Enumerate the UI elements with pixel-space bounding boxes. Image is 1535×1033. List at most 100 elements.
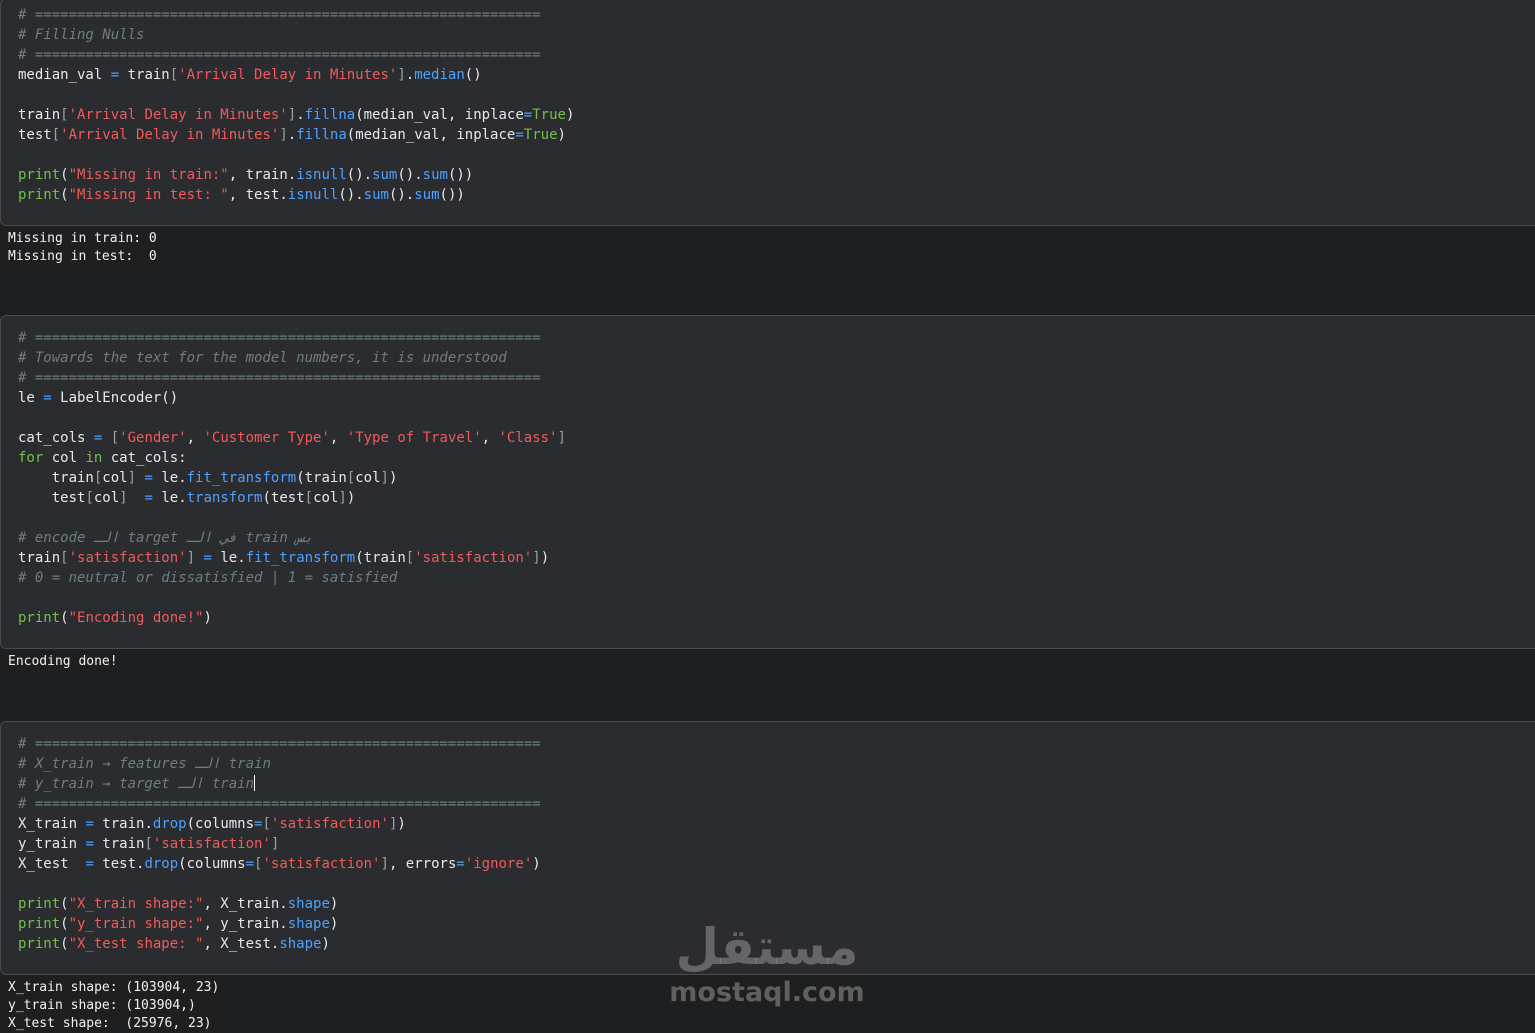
code-line: # ======================================…: [18, 328, 566, 348]
code-token: ().: [338, 187, 364, 203]
code-token: shape: [279, 936, 322, 952]
code-token: [: [51, 127, 61, 143]
code-token: train.: [93, 816, 153, 832]
code-token: # encode الـ target في الـ train بس: [18, 530, 314, 546]
code-token: col: [313, 490, 339, 506]
code-token: [: [60, 550, 69, 566]
code-token: (columns: [178, 856, 246, 872]
code-token: (: [60, 167, 69, 183]
code-token: 'satisfaction': [262, 856, 381, 872]
code-token: 'Class': [498, 430, 558, 446]
code-line: le = LabelEncoder(): [18, 388, 566, 408]
code-token: ,: [481, 430, 499, 446]
code-token: [: [262, 816, 271, 832]
code-token: ]: [380, 856, 389, 872]
code-token: ): [540, 550, 550, 566]
code-token: # Filling Nulls: [18, 27, 145, 43]
code-token: (: [60, 610, 69, 626]
code-line: print("X_train shape:", X_train.shape): [18, 894, 541, 914]
code-line: print("Encoding done!"): [18, 608, 566, 628]
code-token: ]: [127, 470, 137, 486]
code-token: ): [203, 610, 212, 626]
code-token: print: [18, 896, 61, 912]
code-token: "Missing in train:": [68, 167, 229, 183]
code-token: =: [144, 490, 153, 506]
code-token: ): [557, 127, 566, 143]
code-line: print("y_train shape:", y_train.shape): [18, 914, 541, 934]
code-token: fit_transform: [186, 470, 297, 486]
code-line: # Towards the text for the model numbers…: [18, 348, 566, 368]
code-line: # 0 = neutral or dissatisfied | 1 = sati…: [18, 568, 566, 588]
code-line: # ======================================…: [18, 794, 541, 814]
code-token: col: [102, 470, 128, 486]
code-token: cat_cols:: [102, 450, 187, 466]
code-token: ]: [557, 430, 566, 446]
code-token: train: [18, 107, 61, 123]
code-token: ]: [186, 550, 196, 566]
code-token: (: [60, 916, 69, 932]
code-token: test: [18, 490, 86, 506]
code-token: # ======================================…: [18, 370, 541, 386]
code-token: 'Arrival Delay in Minutes': [178, 67, 398, 83]
code-token: train: [119, 67, 170, 83]
code-token: =: [515, 127, 524, 143]
code-token: [: [85, 490, 94, 506]
code-token: (columns: [186, 816, 255, 832]
notebook-page: # ======================================…: [0, 0, 1535, 1033]
code-token: .: [405, 67, 415, 83]
code-line: train['satisfaction'] = le.fit_transform…: [18, 548, 566, 568]
code-token: test: [18, 127, 52, 143]
code-line: train['Arrival Delay in Minutes'].fillna…: [18, 105, 574, 125]
code-token: ]: [287, 107, 297, 123]
code-token: ().: [346, 167, 373, 183]
code-editor[interactable]: # ======================================…: [18, 328, 566, 628]
code-token: shape: [287, 896, 330, 912]
code-token: test.: [93, 856, 145, 872]
code-token: , X_train.: [203, 896, 288, 912]
code-line: print("Missing in test: ", test.isnull()…: [18, 185, 574, 205]
code-token: (median_val, inplace: [346, 127, 516, 143]
code-token: 'satisfaction': [68, 550, 187, 566]
code-token: (): [464, 67, 482, 83]
code-line: # Filling Nulls: [18, 25, 574, 45]
code-cell-label-encoding[interactable]: # ======================================…: [0, 315, 1535, 649]
code-token: # 0 = neutral or dissatisfied | 1 = sati…: [18, 570, 398, 586]
code-token: ().: [397, 167, 423, 183]
code-token: 'Arrival Delay in Minutes': [60, 127, 280, 143]
code-token: train: [93, 836, 145, 852]
code-token: train: [18, 470, 94, 486]
code-token: 'satisfaction': [414, 550, 533, 566]
code-token: =: [203, 550, 212, 566]
code-token: 'Gender': [119, 430, 187, 446]
code-token: in: [85, 450, 103, 466]
text-cursor: [254, 775, 256, 791]
code-cell-train-test-split[interactable]: # ======================================…: [0, 721, 1535, 975]
code-token: 'Type of Travel': [346, 430, 482, 446]
code-token: # ======================================…: [18, 7, 541, 23]
code-editor[interactable]: # ======================================…: [18, 5, 574, 205]
code-token: ,: [329, 430, 347, 446]
code-token: # ======================================…: [18, 736, 541, 752]
code-token: drop: [152, 816, 187, 832]
code-cell-filling-nulls[interactable]: # ======================================…: [0, 0, 1535, 226]
code-token: # X_train → features الـ train: [18, 756, 271, 772]
code-token: print: [18, 187, 61, 203]
code-token: , test.: [228, 187, 288, 203]
code-token: ): [397, 816, 406, 832]
code-token: isnull: [296, 167, 347, 183]
code-token: True: [532, 107, 566, 123]
code-token: shape: [287, 916, 330, 932]
code-line: test[col] = le.transform(test[col]): [18, 488, 566, 508]
code-line: print("X_test shape: ", X_test.shape): [18, 934, 541, 954]
code-token: fit_transform: [245, 550, 356, 566]
code-token: "X_test shape: ": [68, 936, 204, 952]
code-line: # y_train → target الـ train: [18, 774, 541, 794]
code-line: cat_cols = ['Gender', 'Customer Type', '…: [18, 428, 566, 448]
code-token: col: [355, 470, 381, 486]
code-token: =: [523, 107, 533, 123]
code-editor[interactable]: # ======================================…: [18, 734, 541, 954]
